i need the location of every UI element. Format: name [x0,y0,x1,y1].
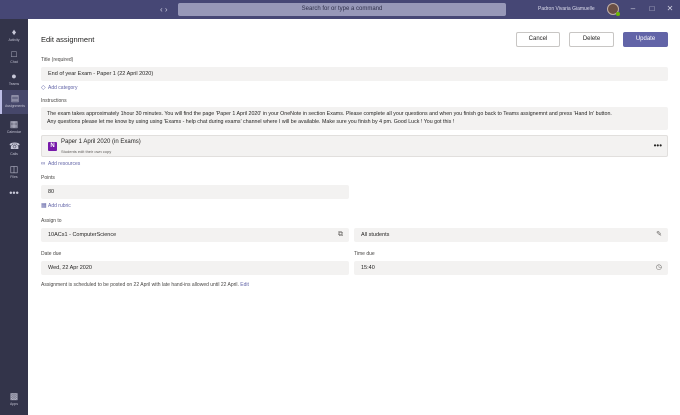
date-due-label: Date due [41,251,62,257]
students-select[interactable]: All students ✎ [354,228,668,242]
presence-status-icon [616,12,620,16]
schedule-edit-link[interactable]: Edit [240,282,249,288]
rail-label: Calendar [6,130,22,134]
edit-assignment-panel: Edit assignment Cancel Delete Update Tit… [28,19,680,415]
rail-item-calls[interactable]: ☎ Calls [0,138,28,162]
file-icon: ◫ [9,164,19,174]
rail-label: Assignments [4,104,26,108]
add-resources-label: Add resources [48,161,81,167]
rail-label: Apps [10,402,18,406]
rail-item-chat[interactable]: □ Chat [0,46,28,70]
add-rubric-label: Add rubric [48,203,71,209]
class-select[interactable]: 10ACs1 - ComputerScience ⧉ [41,228,349,242]
chat-icon: □ [11,49,17,59]
add-resources-link[interactable]: ∞ Add resources [41,160,80,168]
time-due-label: Time due [354,251,375,257]
calendar-icon: ▦ [9,119,19,129]
rail-item-calendar[interactable]: ▦ Calendar [0,116,28,140]
instructions-field[interactable]: The exam takes approximately 1hour 30 mi… [41,107,668,130]
maximize-icon[interactable]: □ [646,3,658,15]
assignments-icon: ▤ [10,93,20,103]
instructions-label: Instructions [41,98,67,104]
page-title: Edit assignment [41,35,95,44]
date-due-field[interactable]: Wed, 22 Apr 2020 [41,261,349,275]
phone-icon: ☎ [9,141,21,151]
clock-icon: ◷ [655,264,662,271]
resource-card[interactable]: N Paper 1 April 2020 (in Exams) Students… [41,135,668,157]
tag-icon: ◇ [41,85,46,91]
resource-subtitle: Students edit their own copy [61,149,112,154]
rail-item-assignments[interactable]: ▤ Assignments [0,90,28,114]
title-field[interactable]: End of year Exam - Paper 1 (22 April 202… [41,67,668,81]
rail-label: Activity [8,38,20,42]
schedule-note: Assignment is scheduled to be posted on … [41,282,249,288]
cancel-button[interactable]: Cancel [516,32,560,47]
rail-item-activity[interactable]: ♦ Activity [0,24,28,48]
minimize-icon[interactable]: – [627,3,639,15]
more-options-icon[interactable]: ••• [654,141,662,151]
rubric-icon: ▦ [41,203,47,209]
time-due-field[interactable]: 15:40 ◷ [354,261,668,275]
rail-label: Calls [10,152,18,156]
onenote-icon: N [48,142,57,151]
add-category-link[interactable]: ◇ Add category [41,84,77,92]
resource-title: Paper 1 April 2020 (in Exams) [61,139,141,145]
time-due-value: 15:40 [361,265,375,271]
rail-label: Files [10,175,18,179]
assign-to-label: Assign to [41,218,62,224]
bell-icon: ♦ [11,27,17,37]
instructions-line: Any questions please let me know by usin… [47,119,455,125]
profile-name: Padron Vivaria Giamuelle [538,6,595,12]
add-category-label: Add category [48,85,78,91]
back-forward-arrows[interactable]: ‹ › [160,3,174,16]
rail-item-files[interactable]: ◫ Files [0,161,28,185]
teams-icon: ● [11,71,17,81]
students-value: All students [361,232,390,238]
delete-button[interactable]: Delete [569,32,614,47]
class-value: 10ACs1 - ComputerScience [48,232,117,238]
more-icon: ••• [9,188,19,198]
points-field[interactable]: 80 [41,185,349,199]
update-button[interactable]: Update [623,32,668,47]
rail-label: Teams [8,82,20,86]
edit-icon: ✎ [656,231,662,238]
copy-icon: ⧉ [338,231,343,238]
points-label: Points [41,175,55,181]
title-bar: ‹ › Search for or type a command Padron … [0,0,680,19]
schedule-text: Assignment is scheduled to be posted on … [41,282,239,288]
search-input[interactable]: Search for or type a command [178,3,506,16]
paperclip-icon: ∞ [41,161,46,167]
apps-icon: ▩ [9,391,19,401]
rail-item-more[interactable]: ••• [0,185,28,209]
app-rail: ♦ Activity □ Chat ● Teams ▤ Assignments … [0,19,28,415]
add-rubric-link[interactable]: ▦Add rubric [41,202,71,210]
title-label: Title (required) [41,57,74,63]
instructions-line: The exam takes approximately 1hour 30 mi… [47,111,612,117]
close-icon[interactable]: ✕ [664,3,676,15]
rail-item-apps[interactable]: ▩ Apps [0,388,28,412]
rail-item-teams[interactable]: ● Teams [0,68,28,92]
rail-label: Chat [10,60,18,64]
